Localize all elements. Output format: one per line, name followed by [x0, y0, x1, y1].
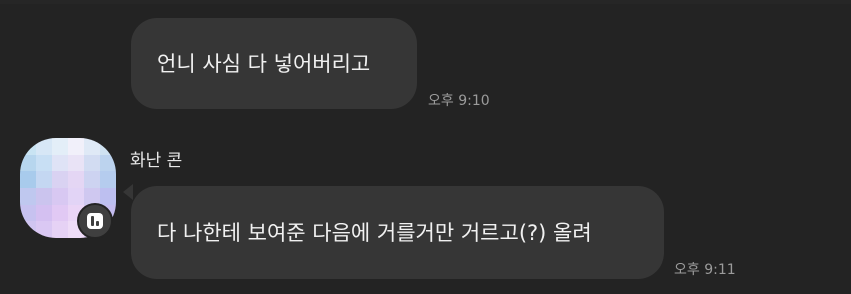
- avatar-pixel: [68, 171, 84, 188]
- message-time: 오후 9:10: [428, 93, 490, 109]
- avatar-pixel: [84, 138, 100, 155]
- avatar-pixel: [68, 154, 84, 172]
- avatar-pixel: [68, 187, 84, 205]
- avatar-pixel: [20, 204, 36, 222]
- badge-glyph-icon: [87, 213, 103, 229]
- avatar-pixel: [36, 171, 52, 188]
- message-text: 언니 사심 다 넣어버리고: [157, 51, 371, 76]
- avatar-pixel: [36, 138, 52, 155]
- avatar-pixel: [52, 187, 68, 205]
- top-edge: [0, 0, 851, 4]
- avatar-pixel: [52, 204, 68, 222]
- avatar-pixel: [52, 171, 68, 188]
- avatar-pixel: [100, 154, 116, 172]
- avatar-pixel: [100, 171, 116, 188]
- avatar-pixel: [100, 138, 116, 155]
- avatar-pixel: [36, 204, 52, 222]
- app-badge-icon: [77, 203, 113, 239]
- sender-name[interactable]: 화난 콘: [130, 146, 182, 171]
- avatar-pixel: [68, 138, 84, 155]
- bubble-tail: [123, 184, 133, 200]
- message-text: 다 나한테 보여준 다음에 거를거만 거르고(?) 올려: [157, 220, 592, 245]
- avatar-pixel: [52, 221, 68, 238]
- avatar-pixel: [20, 138, 36, 155]
- avatar-pixel: [100, 187, 116, 205]
- avatar-pixel: [36, 187, 52, 205]
- avatar-pixel: [20, 187, 36, 205]
- avatar-pixel: [36, 154, 52, 172]
- avatar-pixel: [20, 221, 36, 238]
- avatar-pixel: [20, 171, 36, 188]
- avatar-pixel: [84, 154, 100, 172]
- avatar-pixel: [52, 154, 68, 172]
- message-bubble[interactable]: 다 나한테 보여준 다음에 거를거만 거르고(?) 올려: [131, 186, 664, 279]
- avatar-pixel: [52, 138, 68, 155]
- avatar-pixel: [84, 171, 100, 188]
- avatar-pixel: [36, 221, 52, 238]
- message-time: 오후 9:11: [674, 262, 736, 278]
- avatar-pixel: [20, 154, 36, 172]
- message-bubble[interactable]: 언니 사심 다 넣어버리고: [131, 18, 417, 109]
